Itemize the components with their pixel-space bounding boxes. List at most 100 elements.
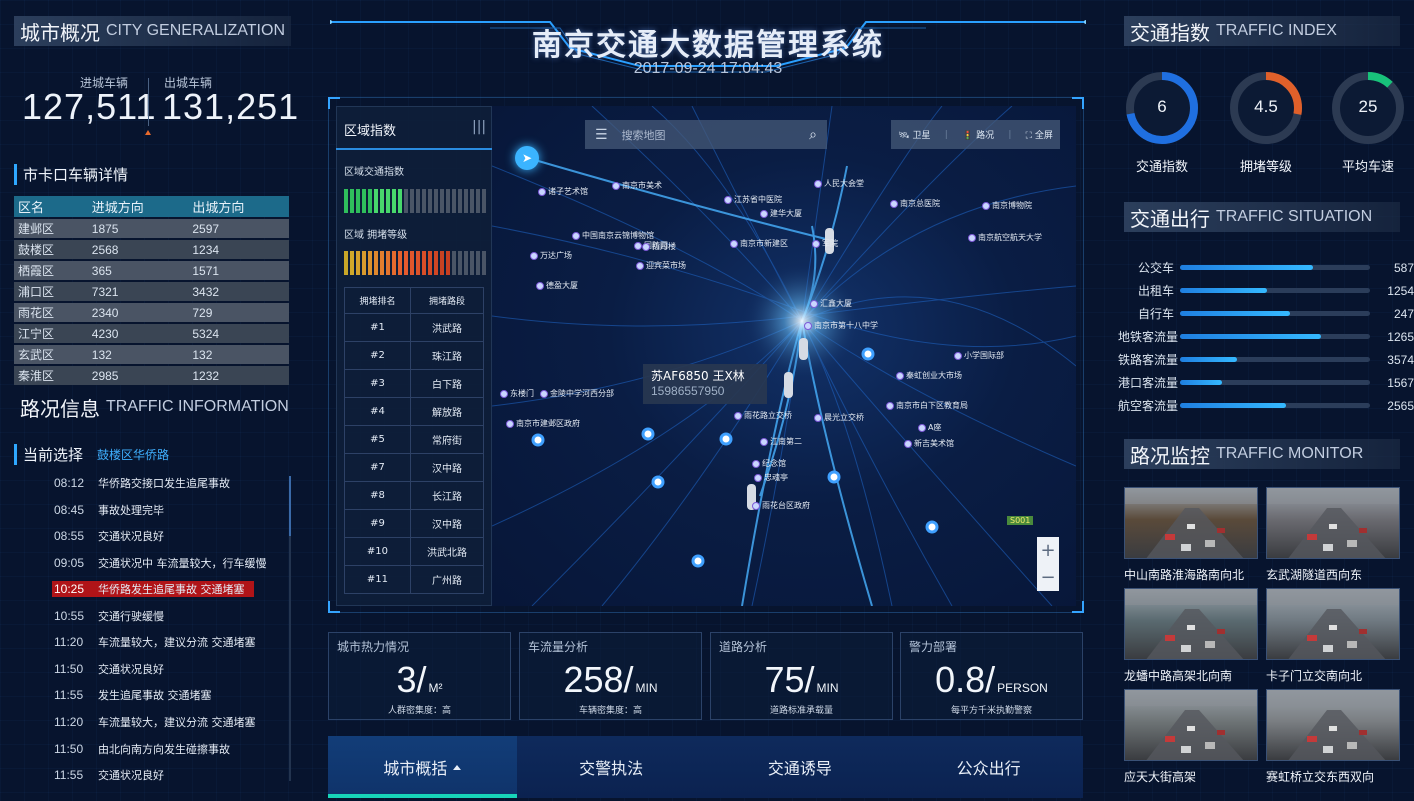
region-traffic-index-meter [344, 189, 486, 213]
rank-row[interactable]: #3 白下路 [344, 369, 485, 398]
map-poi[interactable]: 南京总医院 [890, 198, 940, 209]
map-poi[interactable]: 南京市新建区 [730, 238, 788, 249]
tab-0[interactable]: 城市概括 [328, 736, 517, 798]
map-poi[interactable]: 江苏省中医院 [724, 194, 782, 205]
map-poi[interactable]: 迎宾菜市场 [636, 260, 686, 271]
map-poi[interactable]: 晨光立交桥 [814, 412, 864, 423]
map-poi[interactable]: 南京市美术 [612, 180, 662, 191]
map-poi[interactable]: 南京博物院 [982, 200, 1032, 211]
tab-2[interactable]: 交通诱导 [706, 736, 895, 798]
search-icon[interactable]: ⌕ [809, 127, 817, 143]
map-poi[interactable]: 万达广场 [530, 250, 572, 261]
rank-row[interactable]: #5 常府街 [344, 425, 485, 454]
tab-1[interactable]: 交警执法 [517, 736, 706, 798]
map-search-input[interactable]: 搜索地图 [622, 127, 810, 143]
camera-feed[interactable] [1266, 487, 1400, 559]
map-poi[interactable]: 汇鑫大厦 [810, 298, 852, 309]
traffic-info-item[interactable]: 11:50 交通状况良好 [52, 656, 292, 683]
meter-segment [428, 189, 432, 213]
traffic-situation-row: 航空客流量2565人 [1118, 394, 1414, 417]
traffic-info-item[interactable]: 08:45 事故处理完毕 [52, 497, 292, 524]
traffic-info-item[interactable]: 11:55 交通状况良好 [52, 762, 292, 789]
traffic-info-item[interactable]: 10:55 交通行驶缓慢 [52, 602, 292, 629]
map-search[interactable]: ☰ 搜索地图 ⌕ [585, 120, 827, 149]
map-poi[interactable]: 雨花台区政府 [752, 500, 810, 511]
traffic-situation-bar [1180, 265, 1370, 270]
map-poi[interactable]: 秦虹创业大市场 [896, 370, 962, 381]
traffic-info-text: 事故处理完毕 [98, 503, 164, 517]
map-poi[interactable]: 东楼门 [500, 388, 534, 399]
map-poi[interactable]: 诸子艺术馆 [538, 186, 588, 197]
map-poi[interactable]: 南京市建邺区政府 [506, 418, 580, 429]
traffic-info-item[interactable]: 10:25 华侨路发生追尾事故 交通堵塞 [52, 581, 254, 598]
traffic-info-item[interactable]: 11:55 发生追尾事故 交通堵塞 [52, 682, 292, 709]
map-poi[interactable]: 军院 [812, 238, 838, 249]
map-poi[interactable]: 忠魂亭 [754, 472, 788, 483]
map-poi[interactable]: 纪念馆 [752, 458, 786, 469]
map-poi[interactable]: 德盈大厦 [536, 280, 578, 291]
gauge: 4.5 拥堵等级 [1228, 70, 1304, 175]
map-poi[interactable]: 新吉美术馆 [904, 438, 954, 449]
traffic-info-list[interactable]: 08:12 华侨路交接口发生追尾事故 08:45 事故处理完毕 08:55 交通状况良好 0… [52, 470, 292, 789]
camera-feed[interactable] [1266, 588, 1400, 660]
rank-row[interactable]: #8 长江路 [344, 481, 485, 510]
map-poi[interactable]: 小学国际部 [954, 350, 1004, 361]
bars-icon[interactable]: ||| [472, 119, 486, 135]
camera-feed[interactable] [1266, 689, 1400, 761]
meter-segment [476, 189, 480, 213]
map-poi[interactable]: 指月楼 [642, 241, 676, 252]
camera-feed[interactable] [1124, 689, 1258, 761]
fullscreen-tool[interactable]: ⛶ 全屏 [1026, 128, 1053, 141]
traffic-info-item[interactable]: 08:55 交通状况良好 [52, 523, 292, 550]
satellite-label: 卫星 [912, 131, 931, 141]
map-poi[interactable]: 建华大厦 [760, 208, 802, 219]
tab-3[interactable]: 公众出行 [894, 736, 1083, 798]
camera-label: 龙蟠中路高架北向南 [1124, 669, 1233, 683]
map-poi[interactable]: 南京市白下区教育局 [886, 400, 968, 411]
map-poi[interactable]: 江南第二 [760, 436, 802, 447]
menu-icon[interactable]: ☰ [595, 127, 608, 143]
rank-number: #1 [344, 313, 411, 342]
meter-segment [434, 189, 438, 213]
map-poi[interactable]: 人民大会堂 [814, 178, 864, 189]
camera-feed[interactable] [1124, 588, 1258, 660]
checkpoint-cell-out: 1234 [188, 240, 289, 259]
rank-row[interactable]: #11 广州路 [344, 565, 485, 594]
rank-row[interactable]: #4 解放路 [344, 397, 485, 426]
fullscreen-icon: ⛶ [1025, 131, 1032, 141]
rank-row[interactable]: #10 洪武北路 [344, 537, 485, 566]
checkpoint-cell-district: 秦淮区 [14, 366, 88, 385]
traffic-info-item[interactable]: 11:20 车流量较大，建议分流 交通堵塞 [52, 709, 292, 736]
metric-label: 道路分析 [719, 640, 768, 654]
zoom-out-icon[interactable]: − [1040, 567, 1055, 588]
camera-scene [1125, 690, 1257, 760]
traffic-info-item[interactable]: 11:50 由北向南方向发生碰擦事故 [52, 735, 292, 762]
traffic-info-title-en: TRAFFIC INFORMATION [106, 398, 289, 415]
camera-feed[interactable] [1124, 487, 1258, 559]
map-poi[interactable]: 金陵中学河西分部 [540, 388, 614, 399]
traffic-info-item[interactable]: 11:20 车流量较大，建议分流 交通堵塞 [52, 629, 292, 656]
gauge: 6 交通指数 [1124, 70, 1200, 175]
traffic-info-scrollbar[interactable] [289, 476, 291, 781]
map-poi[interactable]: 南京航空航天大学 [968, 232, 1042, 243]
rank-road: 解放路 [409, 397, 485, 426]
camera-label: 卡子门立交南向北 [1266, 669, 1363, 683]
satellite-tool[interactable]: 🛰 卫星 [898, 128, 930, 141]
rank-row[interactable]: #9 汉中路 [344, 509, 485, 538]
traffic-info-item[interactable]: 09:05 交通状况中 车流量较大，行车缓慢 [52, 550, 292, 577]
vehicle-popup[interactable]: 苏AF6850 王X林 15986557950 [643, 364, 767, 404]
traffic-info-item[interactable]: 08:12 华侨路交接口发生追尾事故 [52, 470, 292, 497]
current-selection-value[interactable]: 鼓楼区华侨路 [97, 446, 169, 463]
scrollbar-thumb[interactable] [289, 476, 291, 536]
rank-row[interactable]: #7 汉中路 [344, 453, 485, 482]
map-poi[interactable]: 南京市第十八中学 [804, 320, 878, 331]
checkpoint-cell-in: 365 [87, 261, 189, 280]
zoom-in-icon[interactable]: + [1040, 540, 1055, 561]
traffic-index-title-cn: 交通指数 [1130, 20, 1210, 45]
rank-row[interactable]: #1 洪武路 [344, 313, 485, 342]
rank-row[interactable]: #2 珠江路 [344, 341, 485, 370]
map-poi[interactable]: A座 [918, 422, 941, 433]
map-poi[interactable]: 雨花路立交桥 [734, 410, 792, 421]
traffic-tool[interactable]: 🚦 路况 [962, 128, 994, 141]
traffic-situation-row: 地铁客流量1265人 [1118, 325, 1414, 348]
